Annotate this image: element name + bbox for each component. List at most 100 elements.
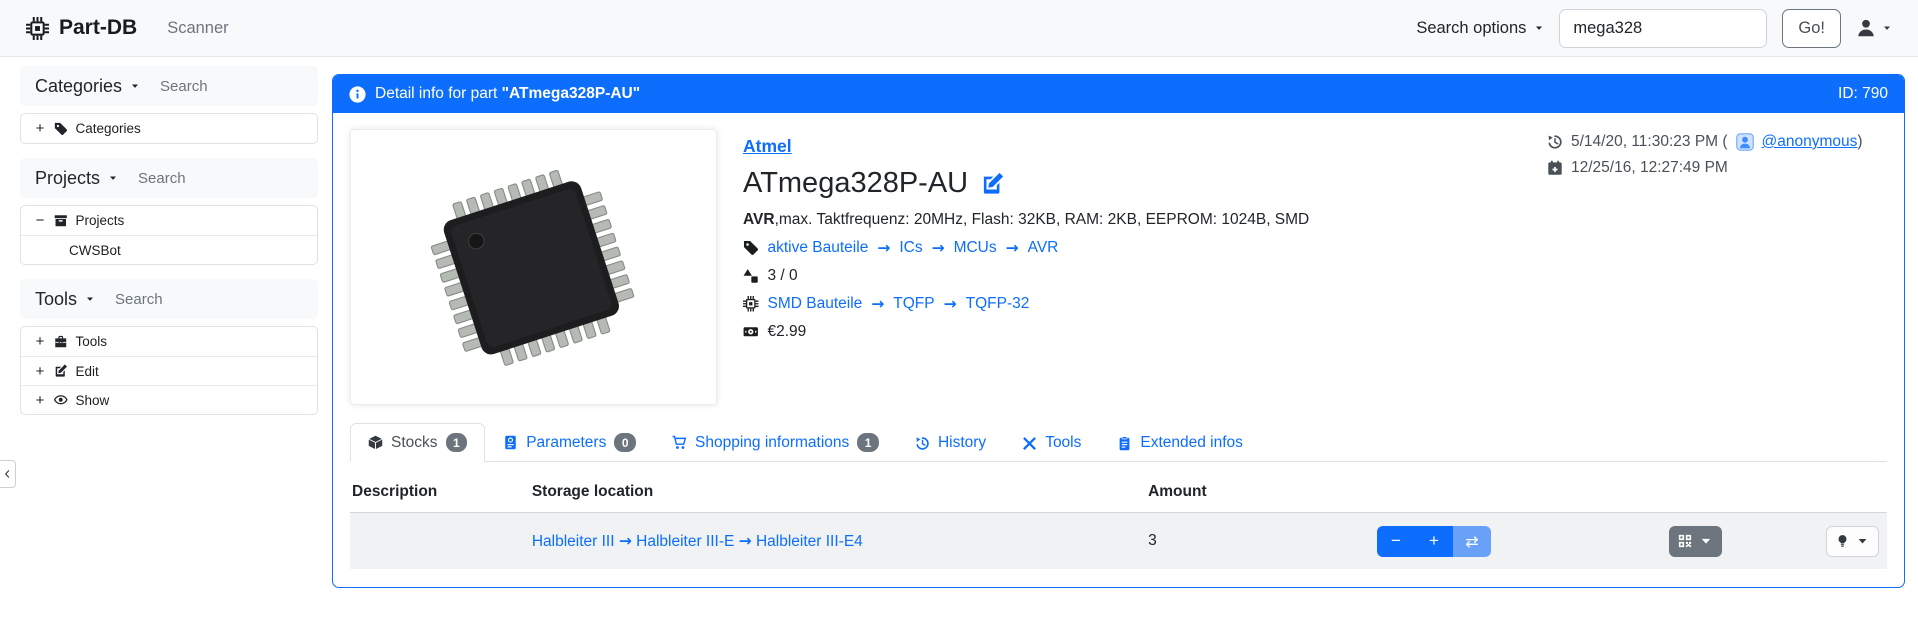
- search-options-label: Search options: [1416, 19, 1526, 38]
- stock-summary-row: 3 / 0: [743, 267, 1309, 285]
- tab-label: Parameters: [526, 434, 606, 452]
- move-stock-button[interactable]: ⇄: [1453, 526, 1491, 557]
- archive-icon: [54, 214, 68, 228]
- tag-icon: [743, 240, 759, 256]
- projects-tree: − Projects CWSBot: [20, 205, 318, 265]
- footprint-link[interactable]: SMD Bauteile: [768, 295, 863, 313]
- projects-search-input[interactable]: [138, 170, 268, 187]
- category-link[interactable]: aktive Bauteile: [768, 239, 869, 257]
- description-bold: AVR: [743, 211, 775, 228]
- price-value: €2.99: [768, 323, 807, 341]
- tree-item-show[interactable]: + Show: [21, 385, 317, 414]
- stock-description-cell: [350, 513, 530, 570]
- tab-parameters[interactable]: Parameters 0: [485, 423, 654, 462]
- go-button[interactable]: Go!: [1782, 9, 1841, 48]
- last-modified-row: 5/14/20, 11:30:23 PM ( @anonymous): [1547, 133, 1887, 151]
- part-info-block: Atmel ATmega328P-AU AVR,max. Taktfrequen…: [743, 129, 1309, 341]
- projects-dropdown[interactable]: Projects: [35, 168, 118, 189]
- column-header-description: Description: [350, 472, 530, 513]
- history-icon: [915, 436, 930, 451]
- arrow-separator: →: [1006, 239, 1019, 257]
- modified-timestamp: 5/14/20, 11:30:23 PM (: [1571, 133, 1728, 151]
- chevron-left-icon: [3, 468, 12, 480]
- modified-by-user-link[interactable]: @anonymous: [1762, 133, 1858, 150]
- user-menu-dropdown[interactable]: [1856, 18, 1892, 38]
- category-row: aktive Bauteile → ICs → MCUs → AVR: [743, 239, 1309, 257]
- tools-title: Tools: [35, 289, 77, 310]
- tree-item-label: Edit: [76, 364, 99, 379]
- nav-scanner-link[interactable]: Scanner: [167, 19, 228, 38]
- categories-search-input[interactable]: [160, 78, 290, 95]
- category-link[interactable]: AVR: [1028, 239, 1059, 257]
- book-icon: [503, 435, 518, 450]
- tab-badge: 0: [614, 433, 636, 452]
- tab-extended-infos[interactable]: Extended infos: [1099, 424, 1261, 462]
- add-stock-button[interactable]: +: [1415, 526, 1453, 557]
- storage-location-link[interactable]: Halbleiter III-E4: [756, 533, 863, 550]
- chip-photo: [400, 155, 668, 379]
- footprint-link[interactable]: TQFP: [893, 295, 934, 313]
- expand-toggle[interactable]: +: [34, 392, 46, 409]
- column-header-actions: [1297, 472, 1887, 513]
- tab-stocks[interactable]: Stocks 1: [350, 423, 485, 462]
- money-bill-icon: [743, 324, 759, 340]
- tools-search-input[interactable]: [115, 291, 245, 308]
- collapse-toggle[interactable]: −: [34, 212, 46, 229]
- categories-panel-header: Categories: [20, 66, 318, 106]
- brand-label: Part-DB: [59, 16, 137, 40]
- column-header-amount: Amount: [1146, 472, 1297, 513]
- created-timestamp: 12/25/16, 12:27:49 PM: [1571, 159, 1728, 177]
- search-input[interactable]: [1559, 9, 1767, 48]
- tree-item-edit[interactable]: + Edit: [21, 356, 317, 385]
- withdraw-stock-button[interactable]: −: [1377, 526, 1415, 557]
- edit-part-icon[interactable]: [981, 172, 1004, 195]
- tools-icon: [1022, 436, 1037, 451]
- tree-item-categories[interactable]: + Categories: [21, 114, 317, 143]
- tab-shopping-informations[interactable]: Shopping informations 1: [654, 423, 897, 462]
- expand-toggle[interactable]: +: [34, 363, 46, 380]
- tools-dropdown[interactable]: Tools: [35, 289, 95, 310]
- top-navbar: Part-DB Scanner Search options Go!: [0, 0, 1918, 57]
- manufacturer-link[interactable]: Atmel: [743, 136, 792, 157]
- tab-label: History: [938, 434, 986, 452]
- arrow-separator: →: [739, 532, 752, 550]
- tree-item-projects[interactable]: − Projects: [21, 206, 317, 235]
- storage-location-link[interactable]: Halbleiter III-E: [636, 533, 734, 550]
- arrow-separator: →: [619, 532, 632, 550]
- description-rest: ,max. Taktfrequenz: 20MHz, Flash: 32KB, …: [775, 211, 1310, 228]
- footprint-link[interactable]: TQFP-32: [966, 295, 1030, 313]
- categories-dropdown[interactable]: Categories: [35, 76, 140, 97]
- sidebar-panel-tools: Tools + Tools + Edit + Show: [20, 279, 318, 415]
- quantity-button-group: − + ⇄: [1377, 526, 1491, 557]
- lightbulb-icon: [1836, 534, 1849, 548]
- tab-history[interactable]: History: [897, 424, 1004, 462]
- arrow-separator: →: [871, 295, 884, 313]
- toolbox-icon: [54, 335, 68, 349]
- sidebar-collapse-handle[interactable]: [0, 460, 16, 488]
- chevron-down-icon: [1699, 534, 1713, 548]
- led-locate-dropdown-button[interactable]: [1826, 526, 1879, 557]
- user-icon: [1856, 18, 1876, 38]
- qr-label-dropdown-button[interactable]: [1669, 526, 1722, 557]
- info-circle-icon: [349, 86, 366, 103]
- expand-toggle[interactable]: +: [34, 333, 46, 350]
- category-link[interactable]: ICs: [899, 239, 922, 257]
- tab-label: Extended infos: [1140, 434, 1243, 452]
- part-image[interactable]: [350, 129, 717, 405]
- tree-item-cwsbot[interactable]: CWSBot: [21, 235, 317, 264]
- footprint-row: SMD Bauteile → TQFP → TQFP-32: [743, 295, 1309, 313]
- tree-item-tools[interactable]: + Tools: [21, 327, 317, 356]
- app-brand[interactable]: Part-DB: [26, 16, 137, 40]
- expand-toggle[interactable]: +: [34, 120, 46, 137]
- search-options-dropdown[interactable]: Search options: [1416, 19, 1544, 38]
- cart-icon: [672, 435, 687, 450]
- storage-location-link[interactable]: Halbleiter III: [532, 533, 615, 550]
- stock-row: Halbleiter III → Halbleiter III-E → Halb…: [350, 513, 1887, 570]
- projects-panel-header: Projects: [20, 158, 318, 198]
- category-link[interactable]: MCUs: [954, 239, 997, 257]
- categories-tree: + Categories: [20, 113, 318, 144]
- part-id-label: ID: 790: [1838, 85, 1888, 103]
- shapes-icon: [743, 268, 759, 284]
- arrow-separator: →: [877, 239, 890, 257]
- tab-tools[interactable]: Tools: [1004, 424, 1099, 462]
